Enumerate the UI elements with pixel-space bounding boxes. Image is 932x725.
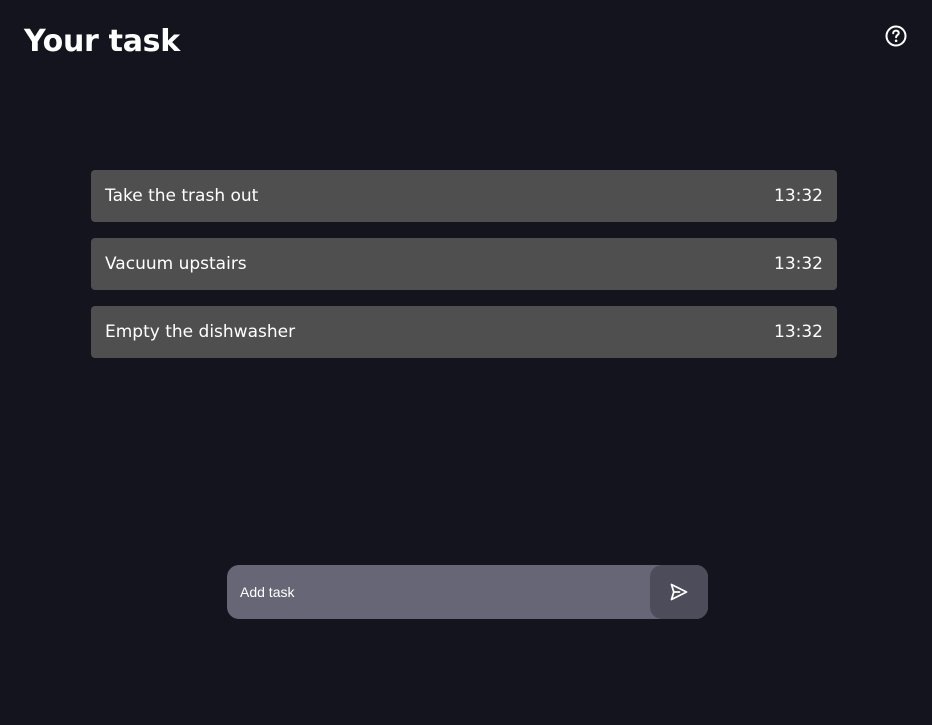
task-item[interactable]: Take the trash out 13:32 bbox=[91, 170, 837, 222]
task-time: 13:32 bbox=[774, 186, 823, 206]
task-text: Empty the dishwasher bbox=[105, 322, 296, 342]
task-text: Vacuum upstairs bbox=[105, 254, 247, 274]
send-icon bbox=[670, 583, 688, 601]
task-time: 13:32 bbox=[774, 254, 823, 274]
app-page: Your task Take the trash out 13:32 Vacuu… bbox=[0, 0, 932, 725]
page-title: Your task bbox=[24, 24, 180, 59]
task-time: 13:32 bbox=[774, 322, 823, 342]
help-button[interactable] bbox=[884, 24, 908, 48]
help-circle-icon bbox=[885, 25, 907, 47]
task-item[interactable]: Empty the dishwasher 13:32 bbox=[91, 306, 837, 358]
task-item[interactable]: Vacuum upstairs 13:32 bbox=[91, 238, 837, 290]
task-list: Take the trash out 13:32 Vacuum upstairs… bbox=[91, 170, 837, 374]
task-text: Take the trash out bbox=[105, 186, 259, 206]
add-task-bar bbox=[227, 565, 708, 619]
add-task-input[interactable] bbox=[227, 565, 650, 619]
send-button[interactable] bbox=[650, 565, 708, 619]
